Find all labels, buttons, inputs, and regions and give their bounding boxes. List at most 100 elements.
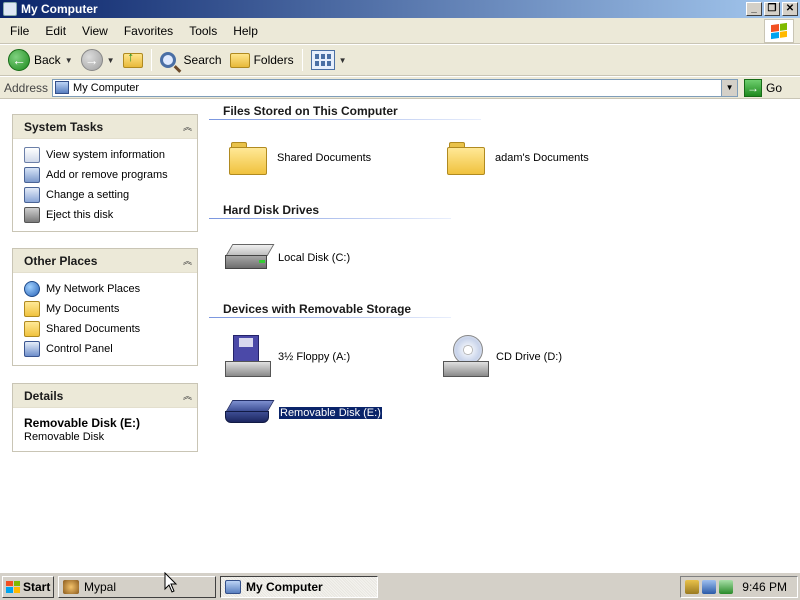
item-label: adam's Documents	[495, 152, 589, 164]
start-label: Start	[23, 579, 51, 594]
details-name: Removable Disk (E:)	[24, 416, 141, 430]
details-panel: Details ︽ Removable Disk (E:) Removable …	[12, 383, 198, 452]
task-view-system-info[interactable]: View system information	[24, 145, 197, 165]
other-places-title: Other Places	[24, 253, 98, 268]
folders-button[interactable]: Folders	[226, 47, 298, 73]
menu-view[interactable]: View	[74, 24, 116, 38]
network-icon	[24, 281, 40, 297]
back-icon: ←	[8, 49, 30, 71]
restore-button[interactable]: ❐	[764, 2, 780, 16]
group-title-hdd: Hard Disk Drives	[223, 203, 320, 217]
forward-dropdown-icon[interactable]: ▼	[107, 56, 115, 65]
task-label: Eject this disk	[46, 209, 114, 221]
views-dropdown-icon[interactable]: ▼	[339, 56, 347, 65]
task-mypal[interactable]: Mypal	[58, 575, 216, 598]
place-label: Shared Documents	[46, 323, 141, 335]
item-cd-drive-d[interactable]: CD Drive (D:)	[443, 335, 562, 379]
windows-flag-icon	[6, 580, 20, 593]
item-local-disk-c[interactable]: Local Disk (C:)	[225, 244, 350, 272]
start-button[interactable]: Start	[2, 575, 54, 598]
group-divider	[209, 119, 481, 120]
my-computer-icon	[3, 2, 17, 16]
title-bar[interactable]: My Computer _ ❐ ✕	[0, 0, 800, 18]
clock: 9:46 PM	[742, 580, 787, 594]
folder-icon	[447, 140, 487, 176]
minimize-button[interactable]: _	[746, 2, 762, 16]
place-shared-documents[interactable]: Shared Documents	[24, 319, 197, 339]
address-value: My Computer	[73, 81, 140, 94]
item-label: Shared Documents	[277, 152, 372, 164]
address-input[interactable]: My Computer ▼	[52, 78, 739, 97]
place-control-panel[interactable]: Control Panel	[24, 339, 197, 359]
collapse-icon[interactable]: ︽	[183, 120, 192, 133]
item-floppy-a[interactable]: 3½ Floppy (A:)	[225, 335, 350, 379]
task-label: Change a setting	[46, 189, 130, 201]
menu-help[interactable]: Help	[225, 24, 266, 38]
my-computer-icon	[55, 81, 70, 94]
views-button[interactable]: ▼	[307, 47, 351, 73]
menu-edit[interactable]: Edit	[37, 24, 74, 38]
up-button[interactable]: ↑	[119, 47, 147, 73]
search-button[interactable]: Search	[156, 47, 226, 73]
forward-icon: →	[80, 49, 103, 71]
place-network[interactable]: My Network Places	[24, 279, 197, 299]
task-add-remove-programs[interactable]: Add or remove programs	[24, 165, 197, 185]
shared-folder-icon	[24, 321, 40, 337]
cd-drive-icon	[443, 335, 489, 379]
task-label: My Computer	[246, 579, 323, 594]
my-computer-icon	[225, 579, 241, 594]
folders-label: Folders	[253, 53, 294, 67]
item-label-selected: Removable Disk (E:)	[278, 406, 383, 420]
back-label: Back	[34, 53, 61, 67]
window-title: My Computer	[21, 2, 98, 16]
removable-disk-icon	[225, 400, 275, 426]
item-shared-documents[interactable]: Shared Documents	[229, 140, 371, 176]
system-tasks-title: System Tasks	[24, 119, 104, 134]
menu-tools[interactable]: Tools	[181, 24, 225, 38]
item-adams-documents[interactable]: adam's Documents	[447, 140, 589, 176]
file-view: Files Stored on This Computer Shared Doc…	[209, 100, 800, 572]
system-info-icon	[24, 147, 40, 163]
menu-favorites[interactable]: Favorites	[116, 24, 181, 38]
toolbar: ← Back ▼ → ▼ ↑ Search Folders ▼	[0, 45, 800, 76]
tasks-pane: System Tasks ︽ View system information A…	[0, 100, 209, 572]
task-my-computer[interactable]: My Computer	[220, 575, 378, 598]
address-label: Address	[4, 80, 49, 95]
menu-file[interactable]: File	[2, 24, 37, 38]
tray-icon[interactable]	[719, 580, 733, 594]
close-button[interactable]: ✕	[782, 2, 798, 16]
other-places-panel: Other Places ︽ My Network Places My Docu…	[12, 248, 198, 366]
item-removable-disk-e[interactable]: Removable Disk (E:)	[225, 400, 383, 426]
task-label: Add or remove programs	[46, 169, 168, 181]
tray-icon[interactable]	[685, 580, 699, 594]
hard-disk-icon	[225, 244, 275, 272]
task-label: View system information	[46, 149, 166, 161]
task-change-setting[interactable]: Change a setting	[24, 185, 197, 205]
back-dropdown-icon[interactable]: ▼	[65, 56, 73, 65]
settings-icon	[24, 187, 40, 203]
item-label: 3½ Floppy (A:)	[278, 351, 351, 363]
toolbar-separator	[150, 49, 152, 71]
forward-button[interactable]: → ▼	[77, 47, 119, 73]
floppy-icon	[225, 335, 271, 379]
folder-icon	[229, 140, 269, 176]
back-button[interactable]: ← Back ▼	[4, 47, 77, 73]
collapse-icon[interactable]: ︽	[183, 389, 192, 402]
window-controls: _ ❐ ✕	[746, 2, 798, 16]
windows-flag-icon	[764, 19, 794, 43]
place-my-documents[interactable]: My Documents	[24, 299, 197, 319]
go-button[interactable]: → Go	[744, 78, 782, 97]
taskbar: Start Mypal My Computer 9:46 PM	[0, 572, 800, 600]
mypal-icon	[63, 579, 79, 594]
group-title-files: Files Stored on This Computer	[223, 104, 398, 118]
address-dropdown-icon[interactable]: ▼	[721, 79, 738, 96]
collapse-icon[interactable]: ︽	[183, 254, 192, 267]
system-tasks-header[interactable]: System Tasks ︽	[13, 115, 197, 139]
task-eject-disk[interactable]: Eject this disk	[24, 205, 197, 225]
place-label: My Documents	[46, 303, 120, 315]
other-places-header[interactable]: Other Places ︽	[13, 249, 197, 273]
search-label: Search	[183, 53, 222, 67]
details-header[interactable]: Details ︽	[13, 384, 197, 408]
network-icon[interactable]	[702, 580, 716, 594]
system-tray: 9:46 PM	[680, 576, 798, 598]
